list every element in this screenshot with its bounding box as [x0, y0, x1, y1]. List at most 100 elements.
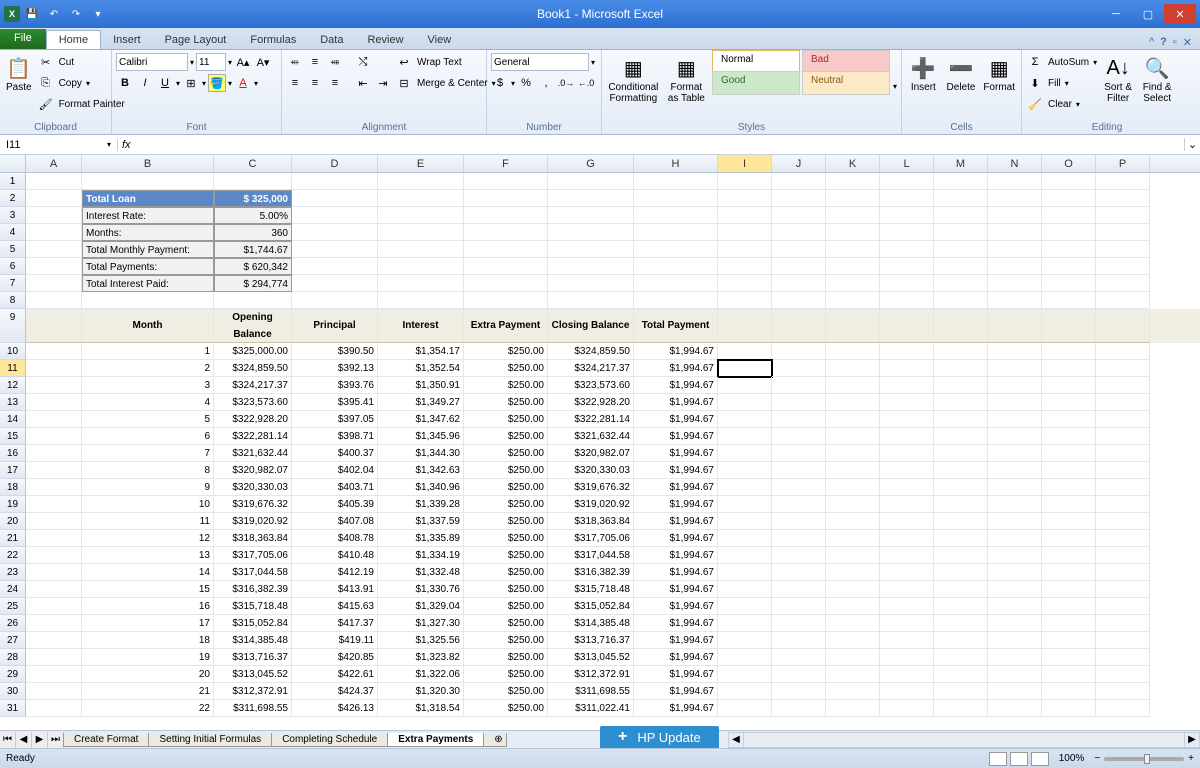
cell[interactable]: [1042, 462, 1096, 479]
sheet-tab-3[interactable]: Completing Schedule: [271, 733, 388, 747]
cell[interactable]: [26, 598, 82, 615]
sheet-tab-2[interactable]: Setting Initial Formulas: [148, 733, 272, 747]
cell[interactable]: [880, 513, 934, 530]
cell[interactable]: [634, 207, 718, 224]
cell[interactable]: $1,318.54: [378, 700, 464, 717]
cell[interactable]: [1096, 360, 1150, 377]
cell[interactable]: Total Payments:: [82, 258, 214, 275]
cell[interactable]: [292, 258, 378, 275]
close-button[interactable]: ✕: [1164, 4, 1196, 24]
cell[interactable]: $317,705.06: [214, 547, 292, 564]
row-header-30[interactable]: 30: [0, 683, 26, 700]
bold-button[interactable]: B: [116, 74, 134, 92]
align-top-icon[interactable]: ⬴: [286, 53, 304, 71]
cell[interactable]: [772, 666, 826, 683]
cell[interactable]: [718, 632, 772, 649]
cell[interactable]: [772, 343, 826, 360]
cell[interactable]: $1,994.67: [634, 598, 718, 615]
table-header[interactable]: Closing Balance: [548, 309, 634, 343]
cell[interactable]: 8: [82, 462, 214, 479]
col-header-K[interactable]: K: [826, 155, 880, 172]
cell[interactable]: [1042, 666, 1096, 683]
cell[interactable]: $1,994.67: [634, 683, 718, 700]
cell[interactable]: $317,044.58: [548, 547, 634, 564]
cell[interactable]: [826, 241, 880, 258]
cell[interactable]: [26, 581, 82, 598]
cell[interactable]: [934, 496, 988, 513]
number-format-combo[interactable]: General: [491, 53, 589, 71]
row-header-15[interactable]: 15: [0, 428, 26, 445]
cell[interactable]: [772, 615, 826, 632]
font-size-combo[interactable]: 11: [196, 53, 226, 71]
cell[interactable]: [988, 292, 1042, 309]
cell[interactable]: $410.48: [292, 547, 378, 564]
cell[interactable]: [378, 207, 464, 224]
cell[interactable]: $1,994.67: [634, 343, 718, 360]
increase-decimal-icon[interactable]: .0→: [557, 74, 575, 92]
cell[interactable]: [26, 683, 82, 700]
cell[interactable]: 18: [82, 632, 214, 649]
cell[interactable]: [1042, 547, 1096, 564]
paste-button[interactable]: 📋 Paste: [4, 52, 34, 121]
cell[interactable]: [718, 411, 772, 428]
cell[interactable]: Months:: [82, 224, 214, 241]
cell[interactable]: [464, 292, 548, 309]
cell[interactable]: [988, 190, 1042, 207]
cell[interactable]: [880, 649, 934, 666]
sheet-prev-icon[interactable]: ◀: [16, 732, 32, 748]
cell[interactable]: [1042, 292, 1096, 309]
table-header[interactable]: Opening Balance: [214, 309, 292, 343]
cell[interactable]: [988, 173, 1042, 190]
cell[interactable]: [880, 411, 934, 428]
cell[interactable]: [826, 428, 880, 445]
doc-close-icon[interactable]: ✕: [1183, 36, 1192, 49]
cell[interactable]: [292, 224, 378, 241]
cell[interactable]: [988, 377, 1042, 394]
cell[interactable]: [1096, 462, 1150, 479]
cell[interactable]: [826, 275, 880, 292]
cell[interactable]: 6: [82, 428, 214, 445]
col-header-E[interactable]: E: [378, 155, 464, 172]
cell[interactable]: [26, 649, 82, 666]
cell[interactable]: $314,385.48: [548, 615, 634, 632]
cell[interactable]: [718, 700, 772, 717]
cell[interactable]: [772, 207, 826, 224]
cell[interactable]: [1042, 598, 1096, 615]
row-header-26[interactable]: 26: [0, 615, 26, 632]
cell[interactable]: [634, 292, 718, 309]
cell[interactable]: $250.00: [464, 445, 548, 462]
cell[interactable]: [718, 224, 772, 241]
cell[interactable]: $1,994.67: [634, 581, 718, 598]
cell[interactable]: [772, 547, 826, 564]
cell[interactable]: [826, 190, 880, 207]
cell[interactable]: [378, 292, 464, 309]
cell[interactable]: [26, 275, 82, 292]
cell[interactable]: [826, 683, 880, 700]
cell[interactable]: [880, 207, 934, 224]
cell[interactable]: [26, 666, 82, 683]
cell[interactable]: $413.91: [292, 581, 378, 598]
cell[interactable]: [826, 547, 880, 564]
cell[interactable]: $408.78: [292, 530, 378, 547]
cell[interactable]: [772, 224, 826, 241]
cell[interactable]: $1,994.67: [634, 360, 718, 377]
cell[interactable]: [826, 598, 880, 615]
cell[interactable]: [1042, 428, 1096, 445]
tab-data[interactable]: Data: [308, 31, 355, 49]
cell[interactable]: $250.00: [464, 377, 548, 394]
cell[interactable]: $398.71: [292, 428, 378, 445]
cell[interactable]: [464, 258, 548, 275]
table-header[interactable]: Principal: [292, 309, 378, 343]
cell[interactable]: $250.00: [464, 632, 548, 649]
cell[interactable]: [772, 632, 826, 649]
cell[interactable]: [378, 275, 464, 292]
cell[interactable]: $1,345.96: [378, 428, 464, 445]
col-header-I[interactable]: I: [718, 155, 772, 172]
sheet-last-icon[interactable]: ⏭: [48, 732, 64, 748]
cell[interactable]: [26, 224, 82, 241]
cell[interactable]: [880, 683, 934, 700]
cell[interactable]: $322,928.20: [548, 394, 634, 411]
cell[interactable]: $415.63: [292, 598, 378, 615]
cell[interactable]: [880, 173, 934, 190]
col-header-J[interactable]: J: [772, 155, 826, 172]
